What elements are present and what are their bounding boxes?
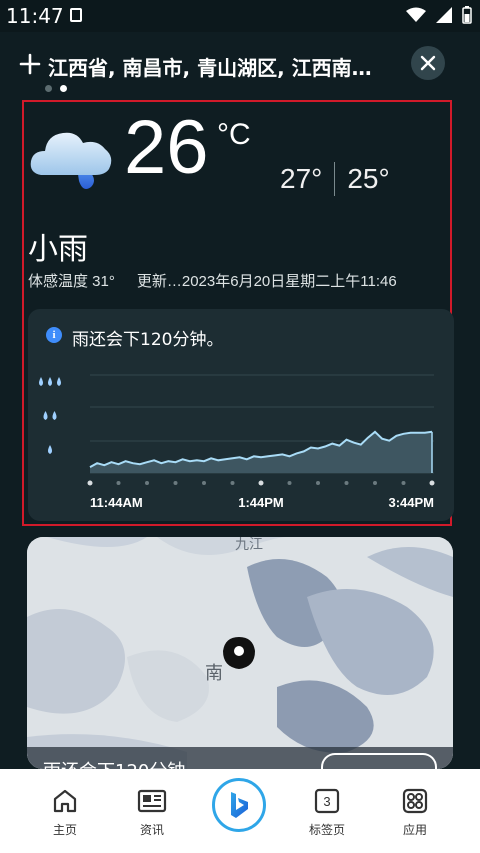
status-bar: 11:47 [0,0,480,32]
map-open-button[interactable] [321,753,437,769]
time-tick [116,481,121,485]
wifi-icon [406,7,426,22]
low-temperature: 25° [347,163,390,194]
precipitation-card[interactable]: i 雨还会下120分钟。 11:44AM 1:44PM 3:44PM [28,309,454,521]
time-tick [87,480,93,486]
info-icon: i [46,327,62,343]
current-temperature: 26 [124,105,209,190]
location-header: 江西省, 南昌市, 青山湖区, 江西南… [0,32,480,102]
map-river-label: 九江 [235,537,263,553]
time-tick [173,481,178,485]
time-label: 1:44PM [238,495,284,510]
time-tick [202,481,206,485]
time-tick [316,481,320,485]
time-tick [230,481,235,485]
time-tick [258,480,264,486]
rain-drop-icon [39,377,43,386]
nav-tabs[interactable]: 3 标签页 [292,787,362,838]
close-icon [420,55,436,71]
nav-home[interactable]: 主页 [30,787,100,838]
signal-icon [436,7,452,23]
tab-count: 3 [323,794,330,809]
time-label: 3:44PM [388,495,434,510]
rain-drop-icon [43,411,48,420]
rain-drop-icon [57,377,61,386]
weather-condition: 小雨 [28,232,88,267]
battery-icon [462,6,472,24]
feels-like: 体感温度 31° [28,273,115,290]
notification-icon [70,8,82,22]
nav-tabs-label: 标签页 [308,823,345,837]
time-tick [287,481,292,485]
map-canvas: 九江 南 [27,537,453,769]
nav-apps[interactable]: 应用 [380,787,450,838]
tabs-icon: 3 [314,788,340,814]
nav-news[interactable]: 资讯 [117,787,187,838]
time-label: 11:44AM [90,495,143,510]
time-tick [145,481,149,485]
home-icon [53,789,77,813]
hilo-divider [334,162,336,196]
add-location-icon[interactable] [18,52,42,76]
feels-like-row: 体感温度 31° 更新…2023年6月20日星期二上午11:46 [28,270,397,291]
page-dot-active [60,85,67,92]
rain-drop-icon [52,411,57,420]
precipitation-message: 雨还会下120分钟。 [72,330,224,350]
time-tick [401,481,406,485]
apps-icon [402,788,428,814]
nav-apps-label: 应用 [402,823,427,837]
time-tick [344,481,349,485]
high-low-temperature: 27° 25° [280,162,390,196]
light-rain-icon [30,132,112,189]
news-icon [137,789,167,813]
temperature-unit: °C [217,118,251,151]
location-title[interactable]: 江西省, 南昌市, 青山湖区, 江西南… [48,52,393,81]
updated-time: 更新…2023年6月20日星期二上午11:46 [136,273,397,290]
precipitation-chart: 11:44AM 1:44PM 3:44PM [39,374,435,510]
rain-drop-icon [48,445,52,454]
rain-drop-icon [48,377,52,386]
close-button[interactable] [411,46,445,80]
bing-chat-button[interactable] [212,778,266,832]
page-dot [45,85,52,92]
time-tick [429,480,435,486]
map-message: 雨还会下120分钟 [43,757,185,769]
bottom-navigation: 主页 资讯 3 标签页 应用 [0,769,480,853]
nav-news-label: 资讯 [139,823,164,837]
status-time: 11:47 [6,4,64,28]
page-indicator [45,85,67,92]
current-weather-panel[interactable]: 26 °C 27° 25° 小雨 体感温度 31° 更新…2023年6月20日星… [22,100,454,526]
nav-home-label: 主页 [52,823,77,837]
high-temperature: 27° [280,163,323,194]
radar-map[interactable]: 九江 南 雨还会下120分钟 [27,537,453,769]
bing-icon [231,792,248,818]
time-tick [373,481,377,485]
status-icons [406,6,472,24]
map-city-label: 南 [205,663,223,684]
